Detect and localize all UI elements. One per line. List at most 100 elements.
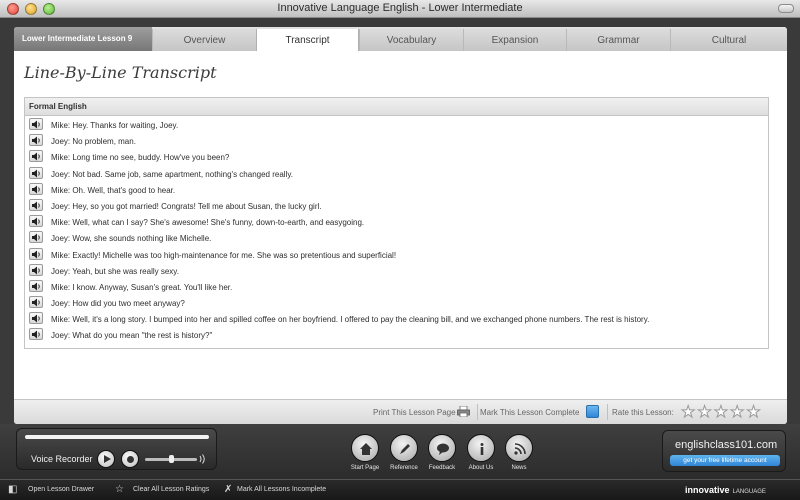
lesson-complete-checkbox[interactable] — [586, 405, 599, 418]
transcript-line-text: Mike: Oh. Well, that's good to hear. — [51, 185, 176, 195]
transcript-line-text: Joey: Yeah, but she was really sexy. — [51, 266, 179, 276]
home-icon — [360, 443, 372, 455]
logo-text: innovative — [685, 485, 730, 495]
drawer-icon: ◧ — [8, 484, 18, 495]
record-icon — [126, 455, 134, 463]
speaker-icon[interactable] — [29, 134, 43, 147]
clear-ratings-button[interactable]: Clear All Lesson Ratings — [133, 486, 209, 493]
free-account-button[interactable]: get your free lifetime account — [670, 455, 780, 466]
tab-vocabulary[interactable]: Vocabulary — [359, 29, 463, 51]
speaker-icon[interactable] — [29, 328, 43, 341]
info-icon — [480, 443, 484, 455]
transcript-line-text: Joey: Not bad. Same job, same apartment,… — [51, 169, 293, 179]
star-icon-5[interactable]: ★ — [746, 404, 761, 421]
speaker-icon[interactable] — [29, 118, 43, 130]
start-page-label: Start Page — [350, 465, 380, 471]
speaker-icon[interactable] — [29, 263, 43, 276]
record-button[interactable] — [121, 450, 139, 468]
page-title: Line-By-Line Transcript — [24, 63, 217, 82]
transcript-line: Mike: Exactly! Michelle was too high-mai… — [25, 247, 768, 264]
printer-icon[interactable] — [457, 406, 470, 417]
about-us-button[interactable]: About Us — [466, 434, 496, 471]
feedback-button[interactable]: Feedback — [427, 434, 457, 471]
nav-circle — [467, 434, 495, 462]
open-lesson-drawer-button[interactable]: Open Lesson Drawer — [28, 486, 94, 493]
tab-transcript[interactable]: Transcript — [256, 29, 359, 51]
volume-slider-knob[interactable] — [169, 455, 174, 463]
recorder-progress-bar[interactable] — [25, 435, 209, 439]
brand-site-name[interactable]: englishclass101.com — [675, 439, 777, 451]
window-title: Innovative Language English - Lower Inte… — [277, 2, 523, 14]
play-icon — [104, 455, 111, 463]
star-icon-2[interactable]: ★ — [697, 404, 712, 421]
transcript-line: Joey: Yeah, but she was really sexy. — [25, 263, 768, 280]
speaker-icon[interactable] — [29, 198, 43, 211]
star-icon-4[interactable]: ★ — [730, 404, 745, 421]
speech-bubble-icon — [437, 443, 449, 455]
transcript-line: Mike: Long time no see, buddy. How've yo… — [25, 150, 768, 166]
transcript-section-header: Formal English — [25, 98, 768, 116]
star-icon-3[interactable]: ★ — [713, 404, 728, 421]
lesson-footer: Print This Lesson Page Mark This Lesson … — [14, 399, 787, 424]
tab-expansion[interactable]: Expansion — [463, 29, 566, 51]
speaker-icon[interactable] — [29, 312, 43, 325]
toolbar-toggle-button[interactable] — [778, 4, 794, 13]
brand-panel: englishclass101.com get your free lifeti… — [662, 430, 786, 472]
transcript-line: Joey: How did you two meet anyway? — [25, 296, 768, 312]
speaker-icon[interactable] — [29, 150, 43, 163]
speaker-icon[interactable] — [29, 182, 43, 195]
transcript-line-text: Joey: Wow, she sounds nothing like Miche… — [51, 234, 212, 244]
transcript-line: Joey: No problem, man. — [25, 134, 768, 150]
transcript-line-text: Mike: Exactly! Michelle was too high-mai… — [51, 250, 397, 260]
feedback-label: Feedback — [428, 465, 456, 471]
transcript-panel: Formal English Mike: Hey. Thanks for wai… — [24, 97, 769, 349]
speaker-icon[interactable] — [29, 279, 43, 292]
speaker-icon[interactable] — [29, 247, 43, 260]
star-icon-1[interactable]: ★ — [680, 404, 695, 421]
news-label: News — [511, 465, 527, 471]
logo-subtext: LANGUAGE — [732, 489, 766, 495]
lesson-label: Lower Intermediate Lesson 9 — [14, 27, 152, 51]
transcript-line: Mike: Hey. Thanks for waiting, Joey. — [25, 118, 768, 134]
control-bar: Voice Recorder Start Page Reference Feed… — [0, 424, 800, 479]
tab-cultural[interactable]: Cultural — [670, 29, 787, 51]
transcript-line: Mike: I know. Anyway, Susan's great. You… — [25, 279, 768, 296]
mark-incomplete-button[interactable]: Mark All Lessons Incomplete — [237, 486, 326, 493]
volume-icon — [199, 454, 205, 464]
transcript-line-text: Mike: Well, what can I say? She's awesom… — [51, 218, 365, 228]
news-button[interactable]: News — [504, 434, 534, 471]
transcript-line-text: Mike: Well, it's a long story. I bumped … — [51, 315, 650, 325]
reference-button[interactable]: Reference — [389, 434, 419, 471]
app-window: Innovative Language English - Lower Inte… — [0, 0, 800, 500]
star-outline-icon: ☆ — [115, 484, 124, 495]
transcript-line: Joey: Wow, she sounds nothing like Miche… — [25, 231, 768, 247]
transcript-lines: Mike: Hey. Thanks for waiting, Joey. Joey… — [25, 118, 768, 345]
tab-overview[interactable]: Overview — [152, 29, 256, 51]
transcript-line-text: Mike: I know. Anyway, Susan's great. You… — [51, 282, 233, 292]
voice-recorder: Voice Recorder — [16, 428, 217, 470]
footer-divider — [477, 404, 478, 420]
voice-recorder-label: Voice Recorder — [31, 454, 93, 464]
play-button[interactable] — [97, 450, 115, 468]
innovative-language-logo: innovative LANGUAGE — [685, 485, 766, 495]
nav-circle — [505, 434, 533, 462]
speaker-icon[interactable] — [29, 296, 43, 309]
x-mark-icon: ✗ — [224, 484, 233, 495]
transcript-line-text: Joey: How did you two meet anyway? — [51, 299, 185, 309]
title-bar: Innovative Language English - Lower Inte… — [0, 0, 800, 18]
nav-circle — [351, 434, 379, 462]
transcript-line: Mike: Well, what can I say? She's awesom… — [25, 215, 768, 231]
mark-complete-link[interactable]: Mark This Lesson Complete — [480, 408, 579, 417]
tab-grammar[interactable]: Grammar — [566, 29, 670, 51]
lesson-tab-bar: Lower Intermediate Lesson 9 Overview Tra… — [14, 27, 787, 51]
speaker-icon[interactable] — [29, 215, 43, 228]
print-lesson-link[interactable]: Print This Lesson Page — [373, 408, 456, 417]
start-page-button[interactable]: Start Page — [350, 434, 380, 471]
transcript-line-text: Joey: No problem, man. — [51, 137, 136, 147]
speaker-icon[interactable] — [29, 231, 43, 244]
nav-circle — [428, 434, 456, 462]
bottom-toolbar: ◧ Open Lesson Drawer ☆ Clear All Lesson … — [0, 479, 800, 500]
footer-divider — [607, 404, 608, 420]
speaker-icon[interactable] — [29, 166, 43, 179]
lesson-content-panel: Lower Intermediate Lesson 9 Overview Tra… — [14, 27, 787, 424]
